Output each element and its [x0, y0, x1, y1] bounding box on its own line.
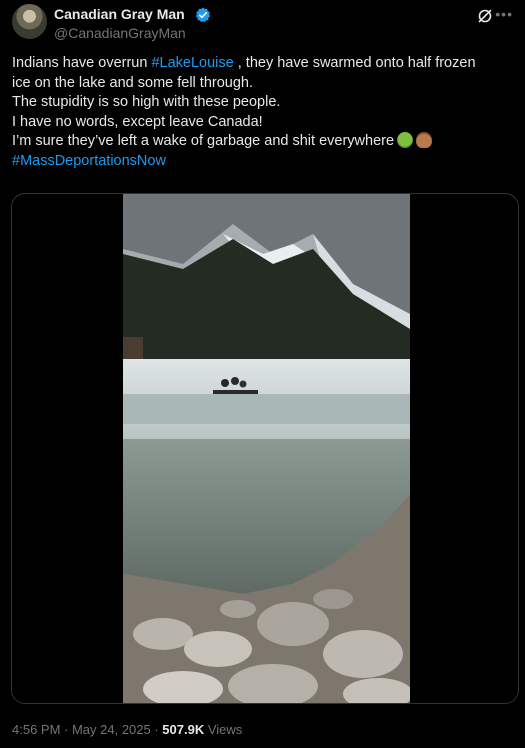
pile-of-poo-emoji: [416, 132, 433, 148]
post-line-2: ice on the lake and some fell through.: [12, 74, 254, 91]
avatar[interactable]: [12, 4, 47, 39]
post-line-1: Indians have overrun #LakeLouise , they …: [12, 55, 476, 71]
nauseated-face-emoji: [397, 132, 414, 148]
grok-icon[interactable]: [477, 8, 493, 24]
hashtag-link[interactable]: #MassDeportationsNow: [12, 153, 166, 169]
post-line-3: The stupidity is so high with these peop…: [12, 94, 281, 110]
post-line-4: I have no words, except leave Canada!: [12, 113, 263, 130]
post-header: Canadian Gray Man @CanadianGrayMan •••: [12, 4, 513, 44]
author-name[interactable]: Canadian Gray Man: [54, 6, 185, 22]
author-handle[interactable]: @CanadianGrayMan: [54, 25, 186, 41]
hashtag-link[interactable]: #LakeLouise: [151, 55, 233, 71]
verified-badge-icon[interactable]: [195, 7, 211, 23]
more-options-icon[interactable]: •••: [495, 6, 513, 22]
view-count: 507.9K: [162, 722, 205, 737]
post-line-5: I’m sure they’ve left a wake of garbage …: [12, 132, 513, 152]
post-line-6: #MassDeportationsNow: [12, 152, 513, 172]
post-text: Indians have overrun #LakeLouise , they …: [12, 54, 513, 171]
video-player[interactable]: [11, 193, 519, 704]
timestamp[interactable]: 4:56 PM · May 24, 2025 ·: [12, 722, 162, 737]
post-metadata: 4:56 PM · May 24, 2025 · 507.9K Views: [12, 722, 242, 737]
video-frame[interactable]: [123, 194, 410, 704]
views-label: Views: [204, 722, 243, 737]
